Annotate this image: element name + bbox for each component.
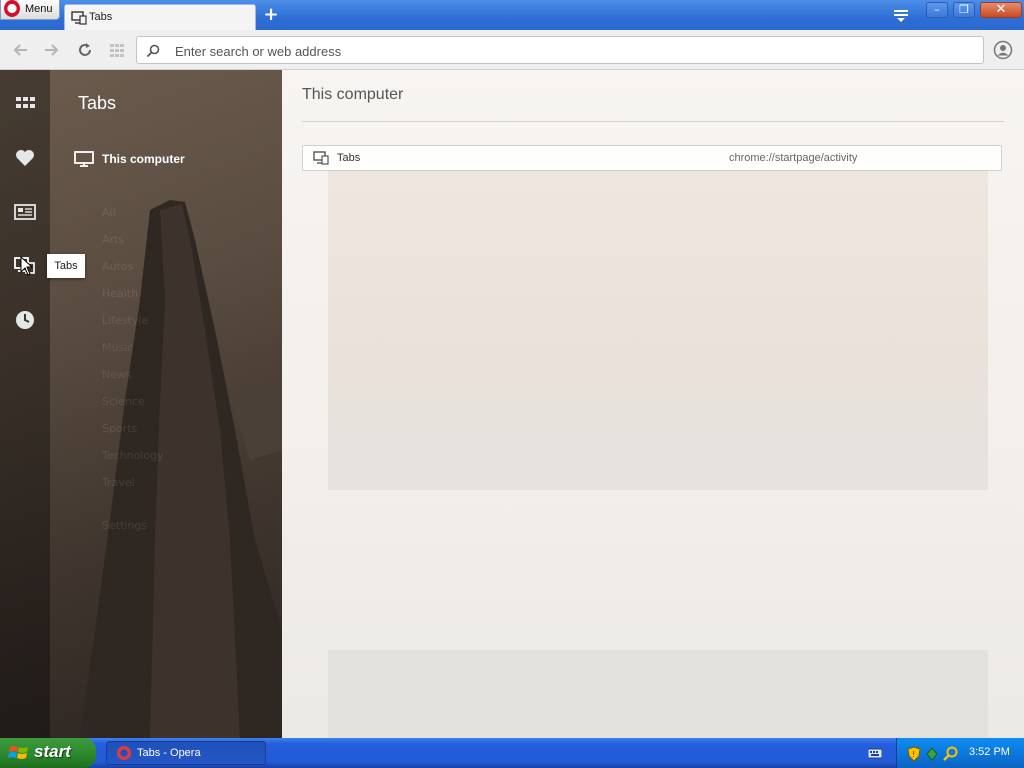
start-label: start xyxy=(34,742,71,761)
tab-tabs[interactable]: Tabs xyxy=(64,4,256,30)
navigation-toolbar xyxy=(0,30,1024,70)
speed-dial-rail-icon[interactable] xyxy=(14,92,36,114)
taskbar-item-opera[interactable]: Tabs - Opera xyxy=(106,741,266,765)
divider xyxy=(302,121,1004,122)
faded-item: All xyxy=(102,206,116,219)
new-tab-button[interactable]: + xyxy=(262,6,280,24)
address-bar[interactable] xyxy=(136,36,984,64)
faded-item: Settings xyxy=(102,519,148,532)
faded-item: Technology xyxy=(102,449,164,462)
faded-item: News xyxy=(102,368,132,381)
close-button[interactable]: ✕ xyxy=(980,2,1022,18)
faded-item: Travel xyxy=(102,476,135,489)
faded-item: Music xyxy=(102,341,134,354)
tab-list-item[interactable]: Tabs chrome://startpage/activity xyxy=(302,145,1002,171)
monitor-icon xyxy=(74,151,94,167)
mouse-cursor-icon xyxy=(20,256,34,276)
restore-button[interactable]: ❐ xyxy=(953,2,975,18)
content-area: Tabs Tabs This computer All Arts Autos H… xyxy=(0,70,1024,738)
background-news-image xyxy=(328,650,988,738)
faded-item: Lifestyle xyxy=(102,314,149,327)
tab-list-item-title: Tabs xyxy=(337,152,361,164)
history-icon[interactable] xyxy=(14,309,36,331)
opera-logo-icon xyxy=(4,0,20,17)
address-input[interactable] xyxy=(173,41,957,61)
minimize-button[interactable]: – xyxy=(926,2,948,18)
heart-icon[interactable] xyxy=(14,147,36,169)
account-icon[interactable] xyxy=(993,40,1013,60)
background-news-image xyxy=(328,170,988,490)
faded-item: Arts xyxy=(102,233,125,246)
section-title: This computer xyxy=(302,86,404,103)
svg-text:!: ! xyxy=(912,750,915,759)
computer-tabs-icon xyxy=(313,151,329,165)
computer-tabs-icon xyxy=(71,11,87,25)
keyboard-icon[interactable] xyxy=(868,747,882,759)
sidebar-icon-rail xyxy=(0,70,50,738)
system-tray: ! 3:52 PM xyxy=(896,738,1024,768)
sidebar-item-this-computer[interactable]: This computer xyxy=(74,150,274,170)
faded-item: Health xyxy=(102,287,139,300)
security-shield-icon[interactable]: ! xyxy=(907,746,921,762)
faded-category-list: All Arts Autos Health Lifestyle Music Ne… xyxy=(80,206,260,546)
title-bar: Menu Tabs + – ❐ ✕ xyxy=(0,0,1024,30)
search-tray-icon[interactable] xyxy=(943,746,959,762)
search-icon xyxy=(146,44,160,58)
forward-icon[interactable] xyxy=(42,41,60,59)
speed-dial-icon[interactable] xyxy=(108,41,126,59)
news-icon[interactable] xyxy=(14,201,36,223)
back-icon[interactable] xyxy=(12,41,30,59)
tab-menu-icon[interactable] xyxy=(892,8,910,24)
windows-logo-icon xyxy=(8,746,28,759)
menu-label: Menu xyxy=(25,3,53,15)
tabs-main-pane: This computer Tabs chrome://startpage/ac… xyxy=(282,70,1024,738)
faded-item: Sports xyxy=(102,422,138,435)
faded-item: Autos xyxy=(102,260,134,273)
reload-icon[interactable] xyxy=(76,41,94,59)
faded-item: Science xyxy=(102,395,145,408)
tab-list-item-url: chrome://startpage/activity xyxy=(729,152,858,164)
windows-taskbar: start Tabs - Opera ! 3:52 PM xyxy=(0,738,1024,768)
panel-title: Tabs xyxy=(78,93,117,113)
network-icon[interactable] xyxy=(925,746,939,762)
opera-icon xyxy=(117,746,131,760)
taskbar-item-label: Tabs - Opera xyxy=(137,747,201,759)
start-button[interactable]: start xyxy=(0,738,96,768)
sidebar-item-label: This computer xyxy=(102,152,185,166)
clock: 3:52 PM xyxy=(969,746,1010,758)
tab-title: Tabs xyxy=(89,11,113,23)
opera-menu-button[interactable]: Menu xyxy=(0,0,60,20)
